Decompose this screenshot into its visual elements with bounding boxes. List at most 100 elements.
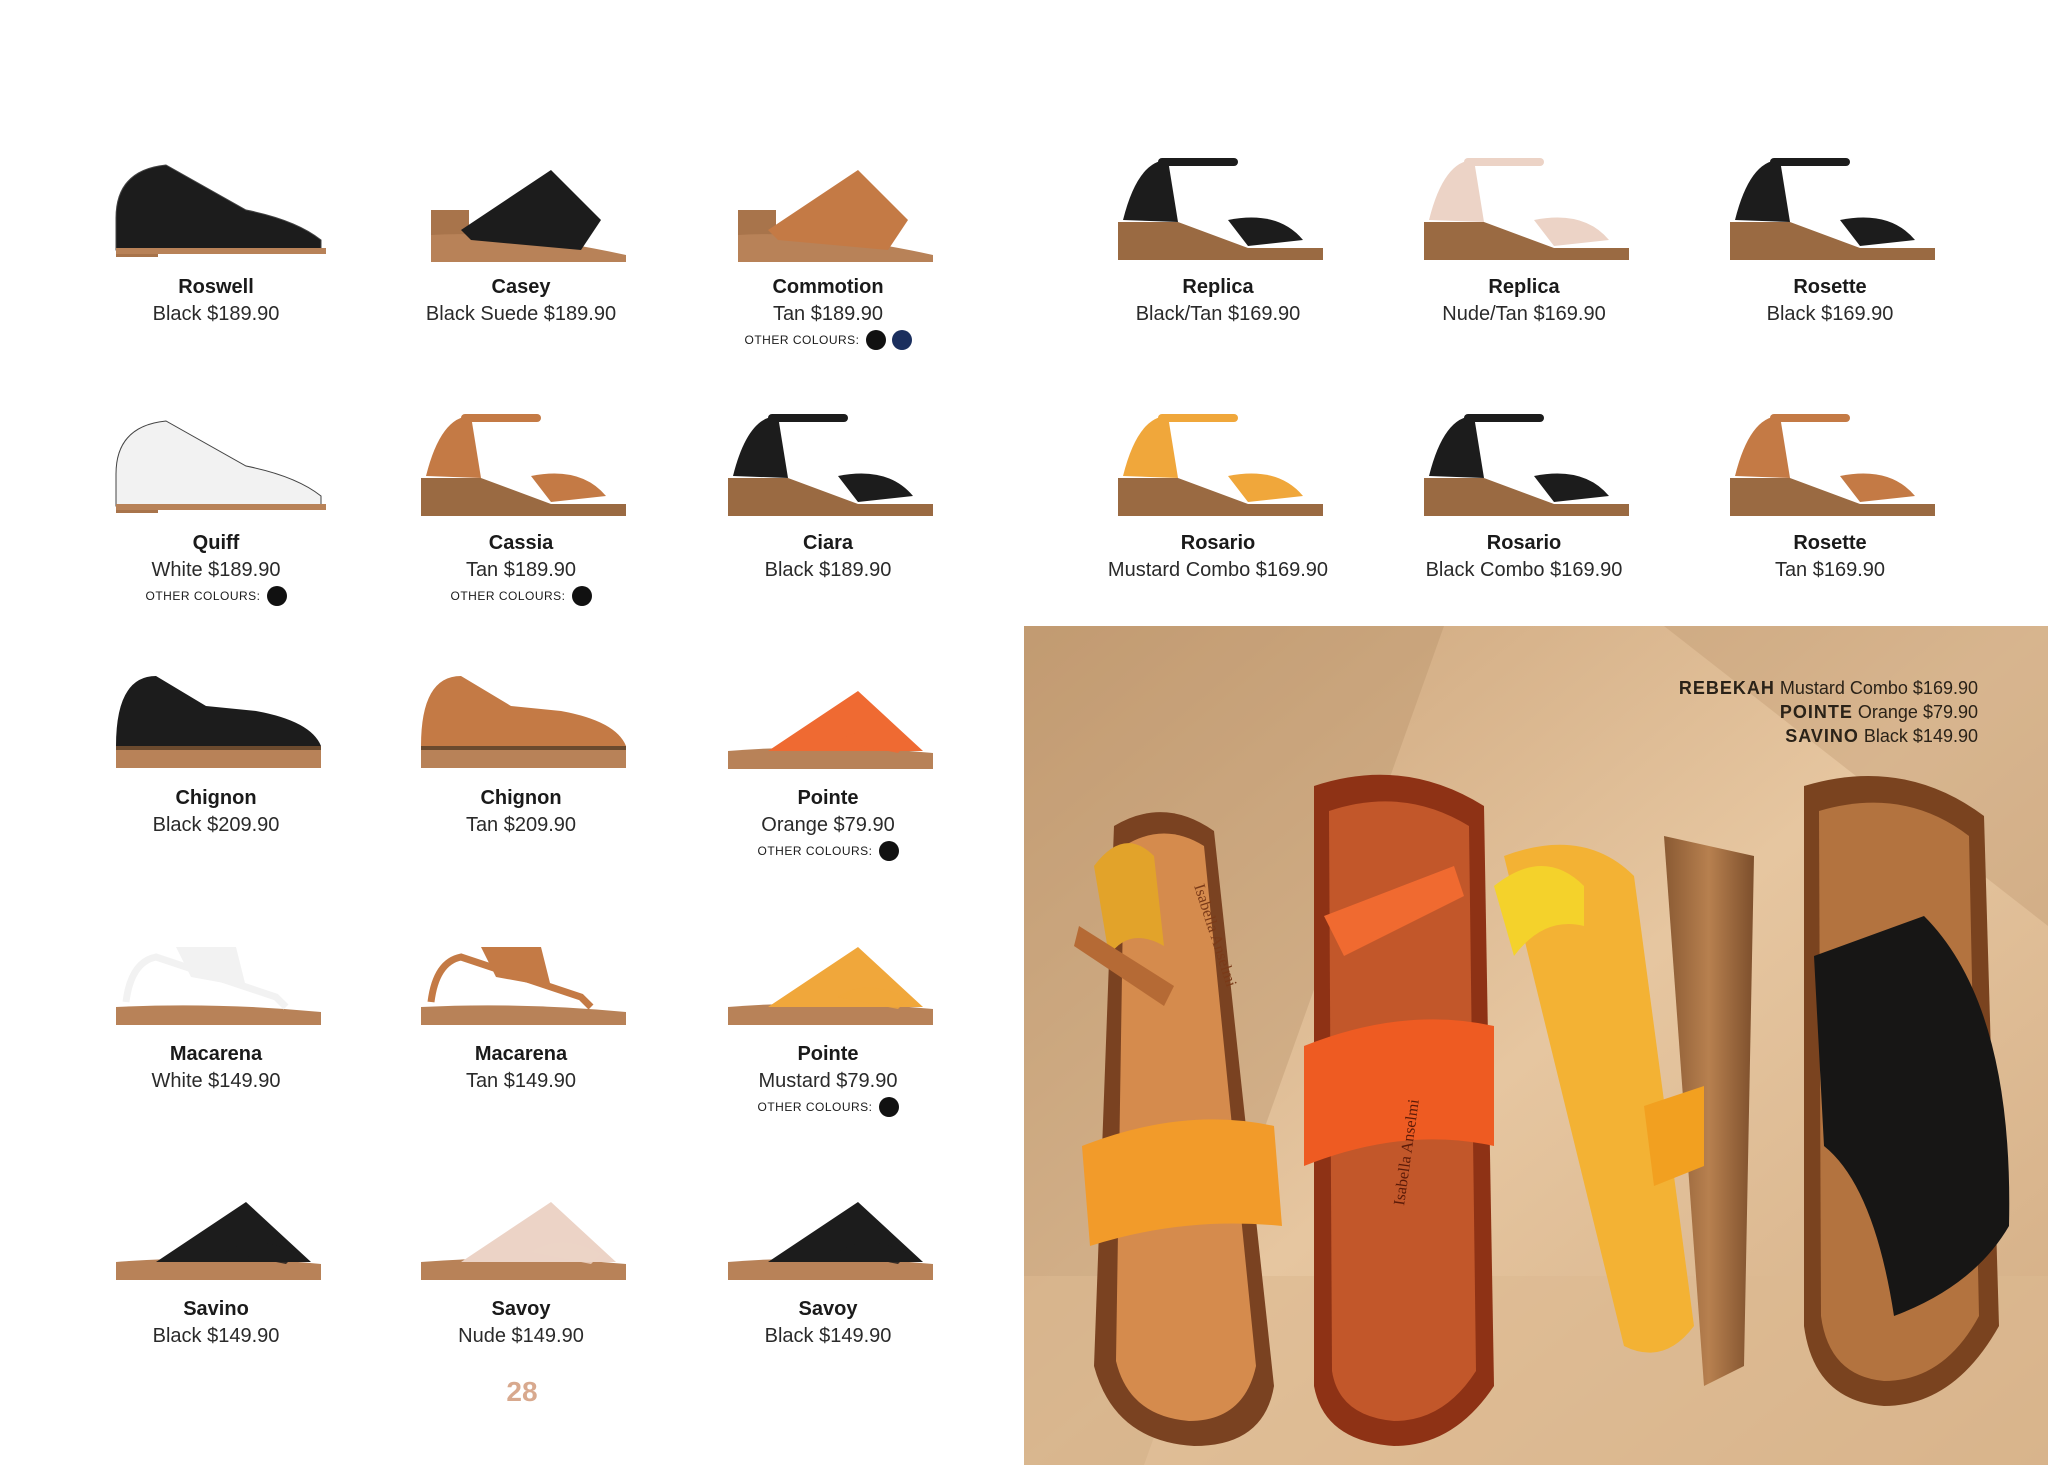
hero-caption: REBEKAH Mustard Combo $169.90 POINTE Ora… (1679, 676, 1978, 748)
product-name: Chignon (175, 787, 257, 809)
product-price: Orange $79.90 (761, 814, 895, 836)
product-name: Casey (491, 276, 551, 298)
product-price: Tan $169.90 (1774, 559, 1886, 581)
colour-swatch[interactable] (878, 1097, 899, 1117)
product-image (116, 1202, 321, 1280)
product-image (1118, 158, 1323, 260)
product-card[interactable]: Pointe Orange $79.90 OTHER COLOURS: (678, 651, 978, 861)
product-card[interactable]: Macarena White $149.90 (66, 907, 366, 1095)
product-price: White $149.90 (151, 1070, 281, 1092)
other-colours: OTHER COLOURS: (757, 841, 899, 861)
product-card[interactable]: Rosario Black Combo $169.90 (1374, 396, 1674, 584)
product-name: Macarena (474, 1043, 568, 1065)
colour-swatch[interactable] (571, 586, 592, 606)
product-price: Tan $209.90 (465, 814, 577, 836)
product-image (738, 170, 933, 262)
product-name: Rosette (1793, 276, 1867, 298)
product-price: Tan $189.90 (465, 559, 577, 581)
product-name: Pointe (797, 1043, 859, 1065)
product-name: Cassia (488, 532, 554, 554)
product-card[interactable]: Chignon Black $209.90 (66, 651, 366, 839)
product-image (1118, 414, 1323, 516)
product-image (421, 414, 626, 516)
product-image (728, 691, 933, 769)
product-price: Black $189.90 (152, 303, 280, 325)
product-price: Nude/Tan $169.90 (1442, 303, 1606, 325)
product-card[interactable]: Replica Black/Tan $169.90 (1068, 140, 1368, 328)
product-image (115, 420, 326, 513)
other-colours: OTHER COLOURS: (145, 586, 287, 606)
product-card[interactable]: Commotion Tan $189.90 OTHER COLOURS: (678, 140, 978, 350)
product-name: Ciara (802, 532, 854, 554)
page-number: 28 (506, 1376, 538, 1407)
product-image (431, 170, 626, 262)
product-image (421, 947, 626, 1025)
product-image (421, 676, 626, 768)
product-card[interactable]: Cassia Tan $189.90 OTHER COLOURS: (371, 396, 671, 606)
product-card[interactable]: Quiff White $189.90 OTHER COLOURS: (66, 396, 366, 606)
product-name: Commotion (772, 276, 884, 298)
product-image (1424, 414, 1629, 516)
product-name: Replica (1182, 276, 1254, 298)
other-colours: OTHER COLOURS: (757, 1097, 899, 1117)
product-price: Mustard Combo $169.90 (1107, 559, 1329, 581)
caption-line: REBEKAH Mustard Combo $169.90 (1678, 678, 1978, 698)
product-image (728, 947, 933, 1025)
product-card[interactable]: Chignon Tan $209.90 (371, 651, 671, 839)
product-card[interactable]: Roswell Black $189.90 (66, 140, 366, 328)
product-name: Macarena (169, 1043, 263, 1065)
product-name: Rosario (1486, 532, 1562, 554)
product-price: Black $149.90 (764, 1325, 892, 1347)
product-price: Black/Tan $169.90 (1135, 303, 1301, 325)
colour-swatch[interactable] (266, 586, 287, 606)
product-card[interactable]: Savino Black $149.90 (66, 1162, 366, 1350)
product-price: Black Combo $169.90 (1425, 559, 1623, 581)
product-card[interactable]: Rosario Mustard Combo $169.90 (1068, 396, 1368, 584)
caption-line: POINTE Orange $79.90 (1779, 702, 1978, 722)
product-name: Roswell (178, 276, 254, 298)
other-colours: OTHER COLOURS: (744, 330, 912, 350)
product-price: White $189.90 (151, 559, 281, 581)
product-card[interactable]: Savoy Black $149.90 (678, 1162, 978, 1350)
hero-sandal-savino (1804, 776, 2010, 1406)
other-colours-label: OTHER COLOURS: (744, 333, 860, 347)
product-card[interactable]: Rosette Tan $169.90 (1680, 396, 1980, 584)
product-card[interactable]: Pointe Mustard $79.90 OTHER COLOURS: (678, 907, 978, 1117)
colour-swatch[interactable] (891, 330, 912, 350)
product-name: Rosario (1180, 532, 1256, 554)
product-image (116, 947, 321, 1025)
product-name: Savoy (491, 1298, 551, 1320)
product-image (1730, 158, 1935, 260)
hero-photo-illustration: Isabella Anselmi Isabella Anselmi (1024, 626, 2048, 1465)
product-name: Savino (183, 1298, 249, 1320)
product-price: Nude $149.90 (458, 1325, 584, 1347)
product-name: Savoy (798, 1298, 858, 1320)
other-colours-label: OTHER COLOURS: (757, 844, 873, 858)
product-card[interactable]: Savoy Nude $149.90 (371, 1162, 671, 1350)
product-price: Black $149.90 (152, 1325, 280, 1347)
product-card[interactable]: Casey Black Suede $189.90 (371, 140, 671, 328)
hero-sandal-pointe (1304, 774, 1494, 1446)
product-price: Black $189.90 (764, 559, 892, 581)
product-price: Black Suede $189.90 (425, 303, 617, 325)
product-name: Chignon (480, 787, 562, 809)
colour-swatch[interactable] (878, 841, 899, 861)
product-price: Mustard $79.90 (758, 1070, 898, 1092)
colour-swatch[interactable] (865, 330, 886, 350)
product-card[interactable]: Replica Nude/Tan $169.90 (1374, 140, 1674, 328)
caption-line: SAVINO Black $149.90 (1785, 726, 1978, 746)
product-card[interactable]: Macarena Tan $149.90 (371, 907, 671, 1095)
product-card[interactable]: Ciara Black $189.90 (678, 396, 978, 584)
product-price: Black $169.90 (1766, 303, 1894, 325)
product-image (728, 1202, 933, 1280)
other-colours-label: OTHER COLOURS: (450, 589, 566, 603)
product-name: Quiff (192, 532, 240, 554)
product-name: Replica (1488, 276, 1560, 298)
product-image (1424, 158, 1629, 260)
product-name: Rosette (1793, 532, 1867, 554)
other-colours: OTHER COLOURS: (450, 586, 592, 606)
product-card[interactable]: Rosette Black $169.90 (1680, 140, 1980, 328)
product-price: Black $209.90 (152, 814, 280, 836)
product-image (728, 414, 933, 516)
other-colours-label: OTHER COLOURS: (145, 589, 261, 603)
